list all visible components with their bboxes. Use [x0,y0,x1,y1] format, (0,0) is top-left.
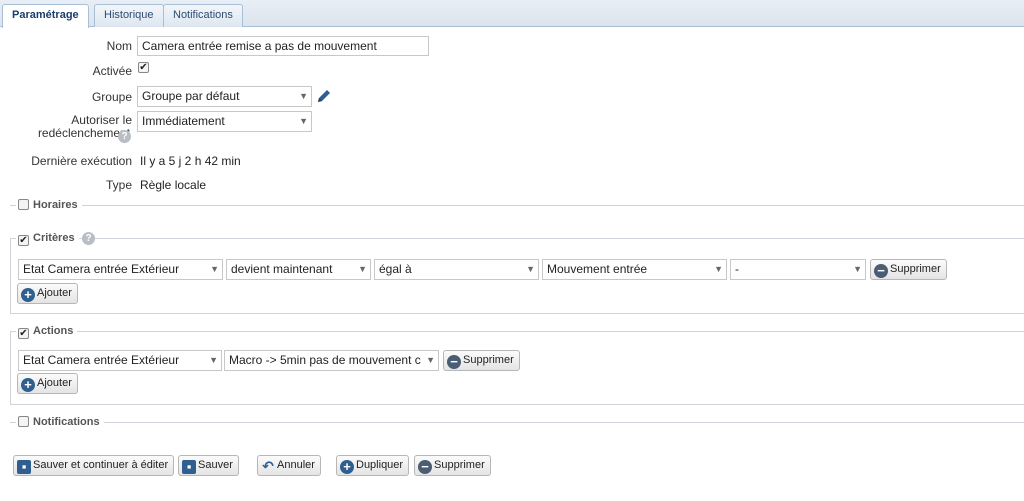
chevron-down-icon: ▼ [426,355,435,365]
notifications-divider [10,422,1024,423]
criteres-extra-select[interactable]: - ▼ [730,259,866,280]
chevron-down-icon: ▼ [853,264,862,274]
actions-macro-select[interactable]: Macro -> 5min pas de mouvement c ▼ [224,350,439,371]
type-value: Règle locale [140,178,207,192]
save-button[interactable]: ▪ Sauver [178,455,239,476]
actions-checkbox[interactable]: ✔ [18,328,29,339]
actions-delete-button[interactable]: − Supprimer [443,350,520,371]
criteres-add-label: Ajouter [37,287,72,299]
horaires-checkbox[interactable] [18,199,29,210]
undo-icon: ↶ [262,458,274,474]
tab-bar: Paramétrage Historique Notifications [0,0,1024,28]
type-label: Type [105,178,132,192]
actions-macro-value: Macro -> 5min pas de mouvement c [229,353,421,367]
actions-section-title[interactable]: ✔ Actions [16,324,78,339]
chevron-down-icon: ▼ [714,264,723,274]
plus-circle-icon: + [340,460,354,474]
notifications-checkbox[interactable] [18,416,29,427]
criteres-delete-button[interactable]: − Supprimer [870,259,947,280]
activee-checkbox[interactable]: ✔ [138,62,149,73]
derniere-execution-label: Dernière exécution [31,154,132,168]
actions-delete-label: Supprimer [463,354,514,366]
floppy-disk-icon: ▪ [182,460,196,474]
save-label: Sauver [198,459,233,471]
criteres-add-button[interactable]: + Ajouter [17,283,78,304]
tab-notifications[interactable]: Notifications [163,4,243,27]
duplicate-label: Dupliquer [356,459,404,471]
autoriser-label: Autoriser le redéclenchement [0,114,132,140]
actions-add-button[interactable]: + Ajouter [17,373,78,394]
autoriser-select[interactable]: Immédiatement ▼ [137,111,312,132]
plus-circle-icon: + [21,378,35,392]
criteres-condition-value: devient maintenant [231,262,333,276]
criteres-operator-value: égal à [379,262,412,276]
groupe-label: Groupe [91,90,132,104]
floppy-disk-icon: ▪ [17,460,31,474]
criteres-condition-select[interactable]: devient maintenant ▼ [226,259,371,280]
save-continue-label: Sauver et continuer à éditer [33,459,169,471]
criteres-operator-select[interactable]: égal à ▼ [374,259,539,280]
actions-device-value: Etat Camera entrée Extérieur [23,353,180,367]
autoriser-select-value: Immédiatement [142,114,225,128]
chevron-down-icon: ▼ [209,355,218,365]
horaires-title: Horaires [33,199,78,211]
criteres-extra-value: - [735,262,739,276]
criteres-title: Critères [33,232,75,244]
help-icon[interactable]: ? [118,130,131,143]
delete-button[interactable]: − Supprimer [414,455,491,476]
duplicate-button[interactable]: + Dupliquer [336,455,410,476]
minus-circle-icon: − [447,355,461,369]
pencil-icon[interactable] [316,88,332,104]
chevron-down-icon: ▼ [299,116,308,126]
save-continue-button[interactable]: ▪ Sauver et continuer à éditer [13,455,175,476]
derniere-execution-value: Il y a 5 j 2 h 42 min [140,154,241,168]
plus-circle-icon: + [21,288,35,302]
delete-label: Supprimer [434,459,485,471]
criteres-value-value: Mouvement entrée [547,262,648,276]
groupe-select[interactable]: Groupe par défaut ▼ [137,86,312,107]
groupe-select-value: Groupe par défaut [142,89,240,103]
horaires-section-title[interactable]: Horaires [16,198,82,212]
criteres-checkbox[interactable]: ✔ [18,235,29,246]
minus-circle-icon: − [418,460,432,474]
criteres-value-select[interactable]: Mouvement entrée ▼ [542,259,727,280]
notifications-title: Notifications [33,416,100,428]
criteres-device-select[interactable]: Etat Camera entrée Extérieur ▼ [18,259,223,280]
actions-title: Actions [33,325,74,337]
criteres-device-value: Etat Camera entrée Extérieur [23,262,180,276]
activee-label: Activée [92,64,132,78]
minus-circle-icon: − [874,264,888,278]
cancel-label: Annuler [277,459,315,471]
actions-device-select[interactable]: Etat Camera entrée Extérieur ▼ [18,350,222,371]
tab-historique[interactable]: Historique [94,4,164,27]
actions-add-label: Ajouter [37,377,72,389]
chevron-down-icon: ▼ [299,91,308,101]
chevron-down-icon: ▼ [358,264,367,274]
nom-label: Nom [106,39,132,53]
autoriser-label-line-1: Autoriser le [71,113,132,127]
criteres-section-title[interactable]: ✔ Critères [16,231,79,246]
help-icon[interactable]: ? [82,232,95,245]
cancel-button[interactable]: ↶ Annuler [257,455,321,476]
tab-parametrage[interactable]: Paramétrage [2,4,89,28]
horaires-divider [10,205,1024,206]
notifications-section-title[interactable]: Notifications [16,415,104,429]
chevron-down-icon: ▼ [210,264,219,274]
autoriser-label-line-2: redéclenchement [37,126,130,140]
chevron-down-icon: ▼ [526,264,535,274]
nom-input[interactable] [137,36,429,56]
criteres-delete-label: Supprimer [890,263,941,275]
